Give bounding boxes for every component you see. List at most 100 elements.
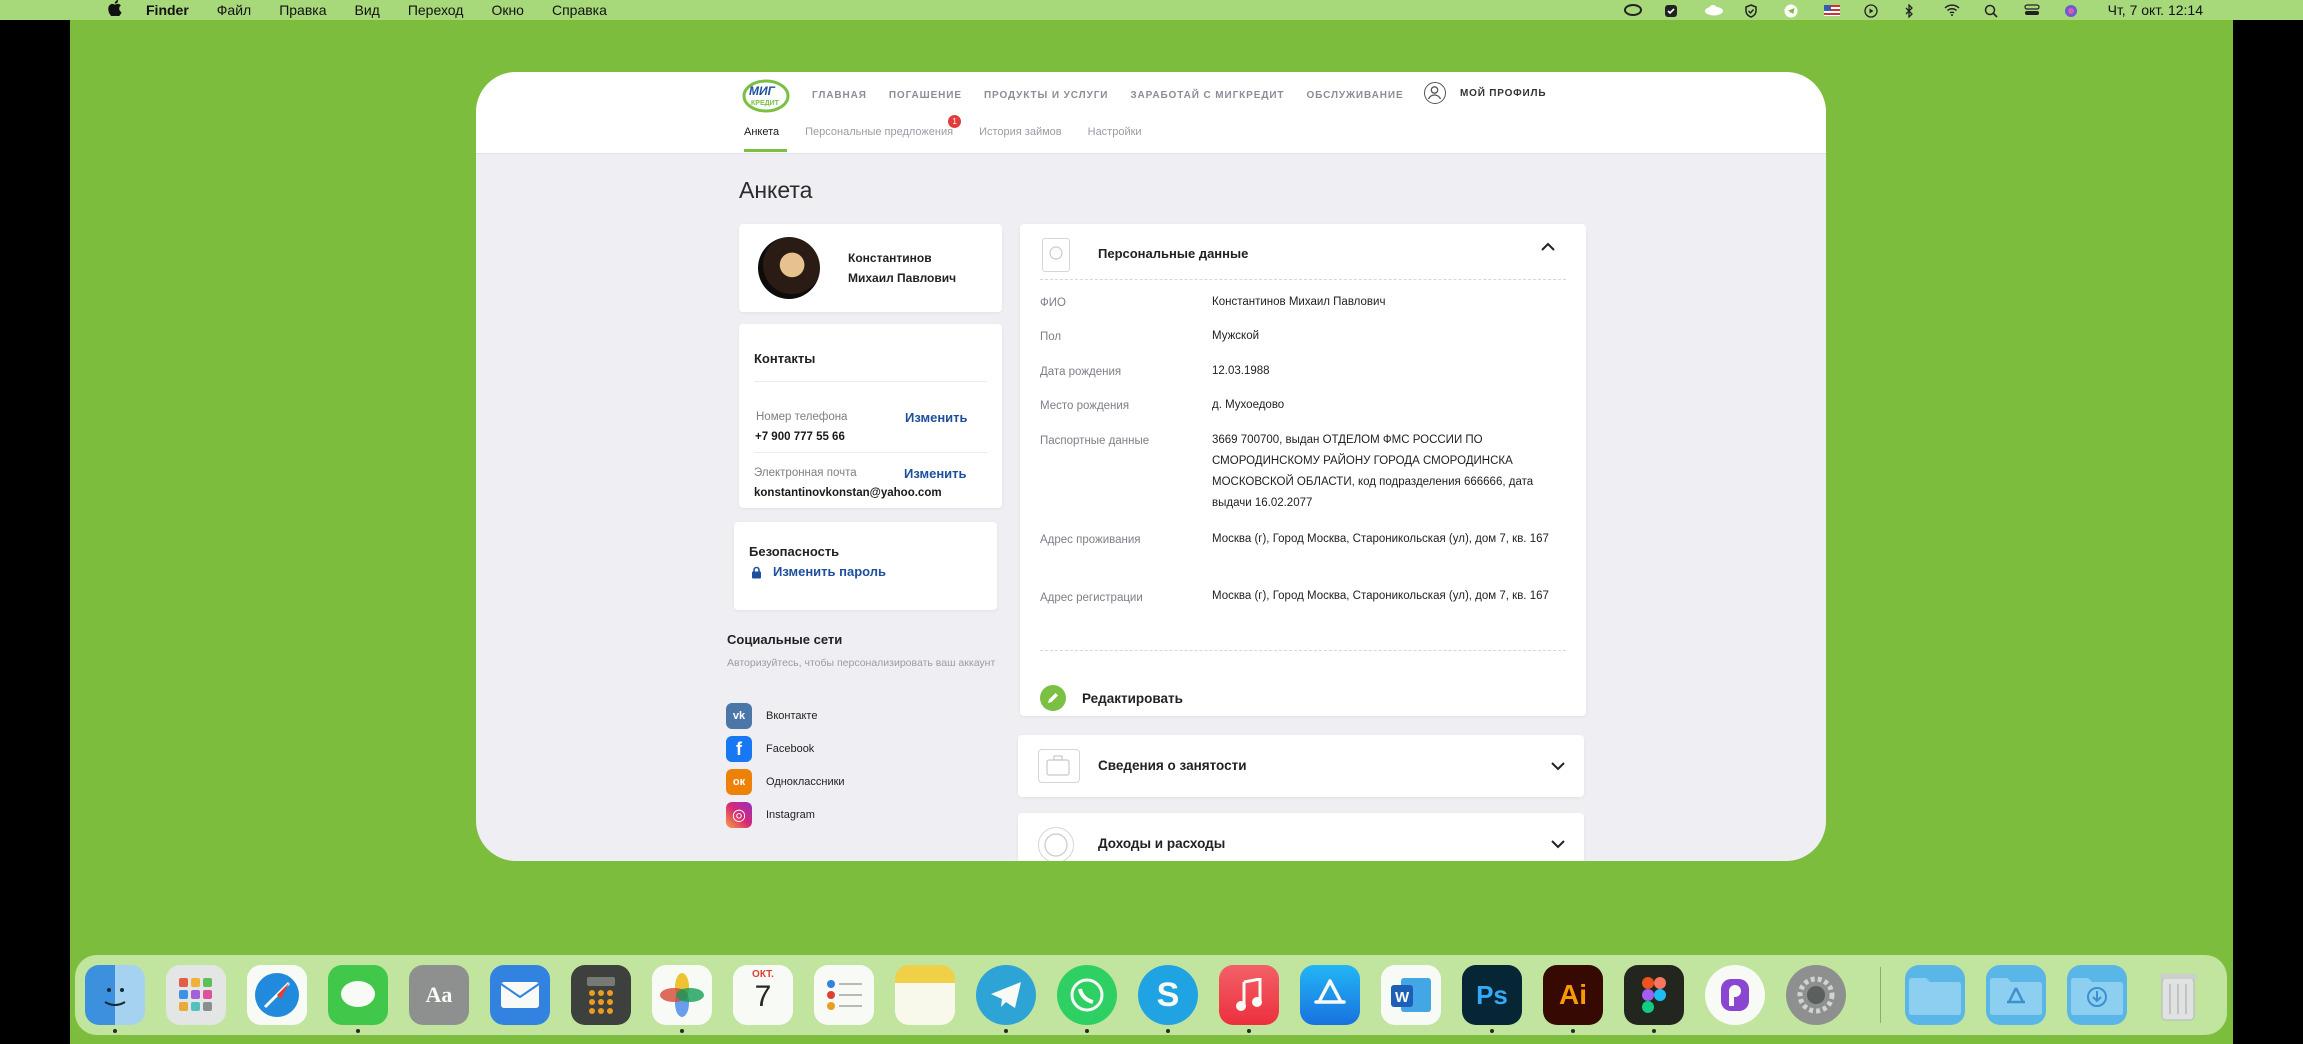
control-center-icon[interactable] [2024,4,2040,16]
social-odnoklassniki[interactable]: ок Одноклассники [726,769,845,795]
running-indicator [1490,1029,1494,1033]
migkredit-logo[interactable]: МИГ КРЕДИТ [742,78,790,114]
menu-finder[interactable]: Finder [146,2,189,18]
menu-help[interactable]: Справка [552,2,607,18]
row-value-birthplace: д. Мухоедово [1212,399,1285,411]
social-facebook[interactable]: f Facebook [726,736,814,762]
play-circle-icon[interactable] [1863,4,1880,18]
contacts-title: Контакты [754,351,816,366]
wifi-icon[interactable] [1944,4,1960,16]
word-icon[interactable]: W [1381,965,1441,1025]
skype-icon[interactable]: S [1138,965,1198,1025]
income-accordion[interactable]: Доходы и расходы [1018,813,1584,861]
illustrator-icon[interactable]: Ai [1543,965,1603,1025]
telegram-app-icon[interactable] [976,965,1036,1025]
checkbox-app-icon[interactable] [1664,4,1680,17]
nvidia-icon[interactable] [1623,4,1642,16]
avatar[interactable] [758,237,820,299]
change-email-link[interactable]: Изменить [904,466,967,481]
divider [754,381,987,382]
row-value-gender: Мужской [1212,330,1260,342]
menu-view[interactable]: Вид [355,2,380,18]
tab-anketa[interactable]: Анкета [744,126,788,154]
app-store-icon[interactable] [1300,965,1360,1025]
notes-icon[interactable] [895,965,955,1025]
downloads-folder-icon[interactable] [2067,965,2127,1025]
social-label: Вконтакте [766,710,818,722]
folder-icon[interactable] [1905,965,1965,1025]
user-icon [1424,82,1446,104]
messages-icon[interactable] [328,965,388,1025]
apple-icon[interactable] [108,0,124,20]
briefcase-icon [1038,749,1080,783]
system-preferences-icon[interactable] [1786,965,1846,1025]
running-indicator [1166,1029,1170,1033]
safari-icon[interactable] [247,965,307,1025]
tab-personal-offers[interactable]: Персональные предложения 1 [805,115,962,154]
nav-products[interactable]: ПРОДУКТЫ И УСЛУГИ [984,90,1108,101]
chevron-down-icon[interactable] [1550,837,1566,855]
music-icon[interactable] [1219,965,1279,1025]
coins-icon [1038,827,1074,861]
tab-loan-history[interactable]: История займов [979,126,1062,154]
menu-edit[interactable]: Правка [279,2,326,18]
nav-earn[interactable]: ЗАРАБОТАЙ С МИГКРЕДИТ [1130,90,1284,101]
profile-card: Константинов Михаил Павлович [739,224,1002,312]
chevron-up-icon[interactable] [1540,240,1556,258]
browser-window: МИГ КРЕДИТ ГЛАВНАЯ ПОГАШЕНИЕ ПРОДУКТЫ И … [476,72,1826,861]
change-phone-link[interactable]: Изменить [905,410,968,425]
menu-window[interactable]: Окно [491,2,524,18]
social-instagram[interactable]: ◎ Instagram [726,802,815,828]
photoshop-icon[interactable]: Ps [1462,965,1522,1025]
email-value: konstantinovkonstan@yahoo.com [754,487,942,499]
nav-home[interactable]: ГЛАВНАЯ [812,90,867,101]
search-icon[interactable] [1984,4,2000,18]
menu-go[interactable]: Переход [408,2,464,18]
employment-title: Сведения о занятости [1098,758,1247,773]
shield-check-icon[interactable] [1744,4,1760,18]
bluetooth-icon[interactable] [1904,3,1920,19]
cloud-icon[interactable] [1704,4,1723,16]
tab-settings[interactable]: Настройки [1088,126,1142,154]
running-indicator [1085,1029,1089,1033]
trash-icon[interactable] [2148,965,2208,1025]
right-black-bar [2233,0,2303,1044]
finder-icon[interactable] [85,965,145,1025]
siri-icon[interactable] [2064,4,2080,17]
my-profile-label: МОЙ ПРОФИЛЬ [1460,87,1547,99]
social-hint: Авторизуйтесь, чтобы персонализировать в… [727,657,996,669]
notification-badge: 1 [948,115,962,128]
launchpad-icon[interactable] [166,965,226,1025]
page-title: Анкета [739,177,813,203]
photos-icon[interactable] [652,965,712,1025]
whatsapp-icon[interactable] [1057,965,1117,1025]
change-password-link[interactable]: Изменить пароль [773,564,886,579]
row-label-residence: Адрес проживания [1040,534,1141,546]
nav-repayment[interactable]: ПОГАШЕНИЕ [889,90,962,101]
reminders-icon[interactable] [814,965,874,1025]
social-title: Социальные сети [727,632,843,647]
clock[interactable]: Чт, 7 окт. 12:14 [2108,2,2203,18]
menu-file[interactable]: Файл [217,2,251,18]
telegram-icon[interactable] [1784,4,1800,18]
vk-icon: vk [726,703,752,729]
social-vk[interactable]: vk Вконтакте [726,703,817,729]
my-profile-link[interactable]: МОЙ ПРОФИЛЬ [1424,82,1546,104]
pockity-icon[interactable] [1705,965,1765,1025]
row-label-birthdate: Дата рождения [1040,366,1122,378]
nav-service[interactable]: ОБСЛУЖИВАНИЕ [1306,90,1403,101]
dock-separator [1880,967,1881,1023]
figma-icon[interactable] [1624,965,1684,1025]
tab-personal-offers-label: Персональные предложения [805,126,954,138]
calendar-icon[interactable]: ОКТ. 7 [733,965,793,1025]
flag-us-icon[interactable] [1823,4,1840,16]
employment-accordion[interactable]: Сведения о занятости [1018,735,1584,797]
passport-icon [1042,238,1070,272]
edit-button[interactable]: Редактировать [1040,685,1183,711]
calculator-icon[interactable] [571,965,631,1025]
dictionary-icon[interactable]: Aa [409,965,469,1025]
mail-icon[interactable] [490,965,550,1025]
odnoklassniki-icon: ок [726,769,752,795]
applications-folder-icon[interactable] [1986,965,2046,1025]
chevron-down-icon[interactable] [1550,759,1566,777]
